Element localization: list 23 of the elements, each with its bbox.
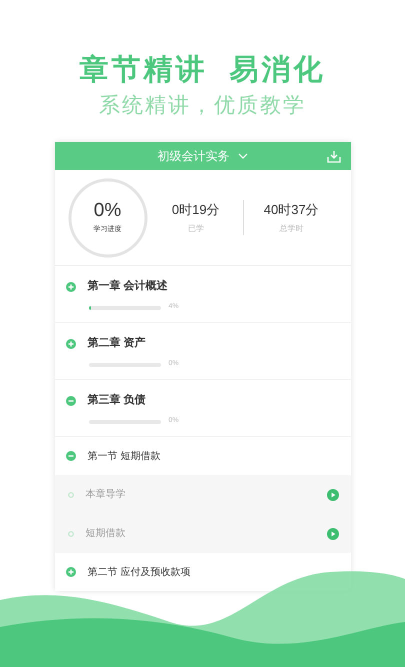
expand-icon[interactable] [66, 338, 76, 348]
collapse-icon[interactable] [66, 451, 76, 461]
chapter-title[interactable]: 第二章 资产 [88, 335, 146, 352]
chapter-title[interactable]: 第三章 负债 [88, 392, 146, 409]
expand-icon[interactable] [66, 282, 76, 292]
collapse-icon[interactable] [66, 396, 76, 406]
play-icon[interactable] [326, 528, 338, 540]
section-title[interactable]: 第一节 短期借款 [88, 448, 160, 464]
section-title[interactable]: 第二节 应付及预收款项 [88, 564, 190, 580]
headline: 章节精讲 易消化 [79, 52, 326, 88]
progress-value: 0% [94, 200, 122, 222]
stat-label: 总学时 [279, 223, 304, 236]
stat-value: 40时37分 [264, 200, 319, 219]
expand-icon[interactable] [66, 567, 76, 577]
stat-value: 0时19分 [172, 200, 220, 219]
play-icon[interactable] [326, 488, 338, 500]
lesson-dot-icon [68, 492, 74, 498]
subtitle: 系统精讲，优质教学 [99, 93, 306, 119]
lesson-dot-icon [68, 530, 74, 536]
chapter-title[interactable]: 第一章 会计概述 [88, 278, 168, 295]
download-icon[interactable] [326, 150, 340, 162]
chevron-down-icon [238, 153, 248, 159]
stat-label: 已学 [188, 223, 204, 236]
